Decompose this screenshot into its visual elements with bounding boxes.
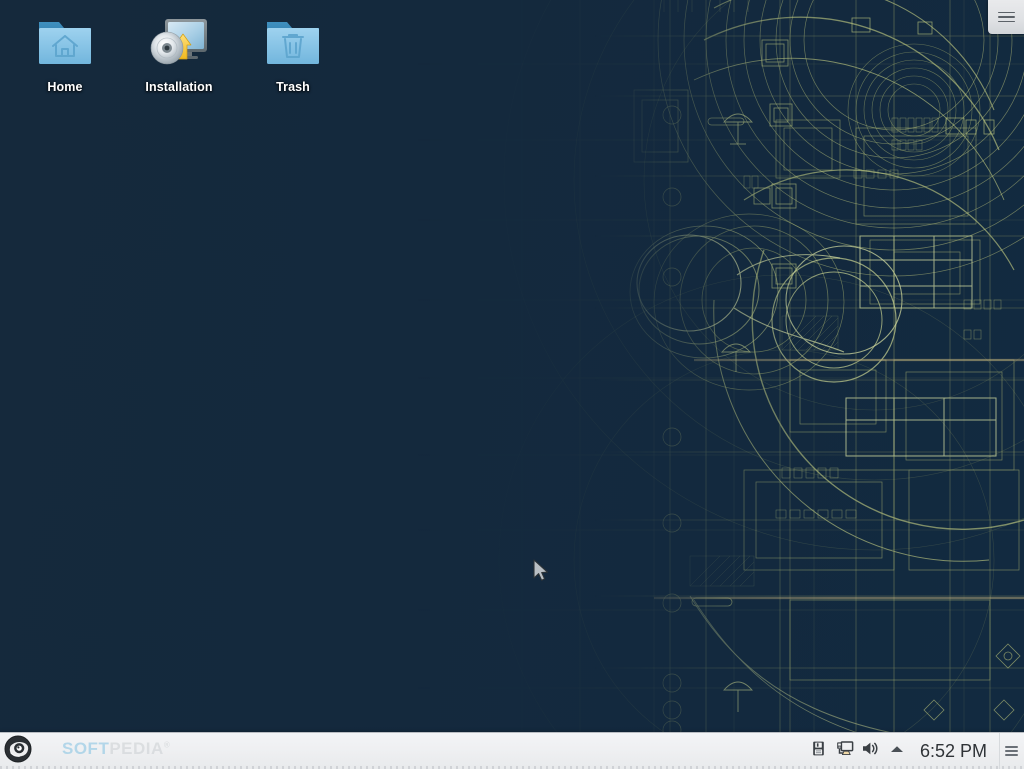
desktop-icon-home[interactable]: Home <box>8 8 122 94</box>
desktop-icon-installation[interactable]: Installation <box>122 8 236 94</box>
desktop-wallpaper[interactable] <box>0 0 1024 769</box>
folder-trash-icon <box>260 12 326 74</box>
desktop-toolbox-button[interactable] <box>988 0 1024 34</box>
tray-show-hidden[interactable] <box>884 733 910 769</box>
wallpaper-blueprint-pattern <box>594 0 1024 733</box>
taskbar-panel: SOFTPEDIA® 6:52 PM <box>0 732 1024 769</box>
desktop-icon-label: Installation <box>145 80 213 94</box>
desktop-icon-label: Trash <box>276 80 310 94</box>
task-manager-strip[interactable]: SOFTPEDIA® <box>36 733 806 769</box>
watermark-highlight: SOFT <box>62 739 110 758</box>
install-media-icon <box>146 12 212 74</box>
hamburger-icon <box>1004 744 1018 759</box>
watermark-dim: PEDIA <box>109 739 164 758</box>
clock-widget[interactable]: 6:52 PM <box>910 741 999 762</box>
network-connection-icon <box>836 740 854 762</box>
desktop-icon-trash[interactable]: Trash <box>236 8 350 94</box>
tray-device-notifier[interactable] <box>806 733 832 769</box>
desktop-icon-label: Home <box>47 80 83 94</box>
tray-volume[interactable] <box>858 733 884 769</box>
hamburger-icon <box>997 9 1015 26</box>
speaker-icon <box>861 740 880 762</box>
application-launcher-button[interactable] <box>0 733 36 769</box>
tray-network[interactable] <box>832 733 858 769</box>
desktop-screen: Home Installation Trash SOFTPEDIA® 6:52 … <box>0 0 1024 769</box>
panel-toolbox-button[interactable] <box>999 733 1022 769</box>
softpedia-watermark: SOFTPEDIA® <box>62 739 170 759</box>
folder-home-icon <box>32 12 98 74</box>
opensuse-geeko-icon <box>4 735 32 768</box>
desktop-icon-container: Home Installation Trash <box>8 8 350 94</box>
system-tray: 6:52 PM <box>806 733 1024 769</box>
removable-device-icon <box>810 740 827 762</box>
chevron-up-icon <box>889 742 905 760</box>
watermark-mark: ® <box>163 740 171 750</box>
